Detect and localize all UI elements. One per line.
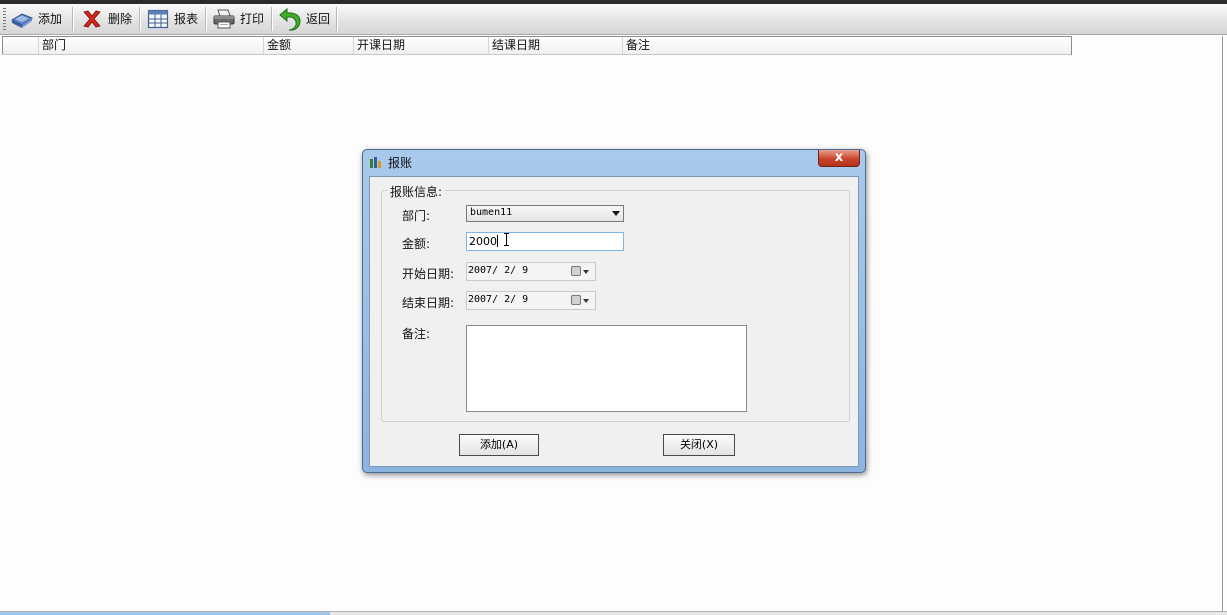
- end-date-label: 结束日期:: [402, 296, 455, 310]
- start-date-picker[interactable]: 2007/ 2/ 9: [466, 262, 596, 281]
- column-header-end-date[interactable]: 结课日期: [488, 37, 622, 54]
- report-icon: [146, 7, 170, 31]
- dialog-close-action-button[interactable]: 关闭(X): [663, 434, 735, 456]
- toolbar: 添加 删除 报表 打印 返回: [0, 4, 1227, 35]
- department-select[interactable]: bumen11: [466, 205, 624, 222]
- report-button[interactable]: 报表: [146, 5, 198, 32]
- notes-textarea[interactable]: [466, 325, 747, 412]
- application-window: 添加 删除 报表 打印 返回 部门 金额 开课日期 结课日期 备注 报账 x 报…: [0, 0, 1227, 615]
- toolbar-separator: [139, 7, 141, 31]
- chevron-down-icon: [583, 270, 589, 274]
- toolbar-separator: [72, 7, 74, 31]
- delete-button[interactable]: 删除: [80, 5, 132, 32]
- calendar-icon[interactable]: [571, 266, 581, 276]
- department-label: 部门:: [402, 209, 431, 223]
- group-label: 报账信息:: [387, 183, 446, 200]
- expense-info-group: 报账信息: 部门: bumen11 金额: 2000 开始日期: 2007/ 2…: [381, 183, 850, 422]
- report-button-label: 报表: [174, 12, 199, 26]
- add-icon: [10, 7, 34, 31]
- notes-label: 备注:: [402, 327, 431, 341]
- text-caret: [497, 235, 498, 247]
- print-button[interactable]: 打印: [212, 5, 264, 32]
- back-button[interactable]: 返回: [278, 5, 330, 32]
- calendar-icon[interactable]: [571, 295, 581, 305]
- grid-header: 部门 金额 开课日期 结课日期 备注: [2, 37, 1071, 55]
- print-button-label: 打印: [240, 12, 265, 26]
- print-icon: [212, 7, 236, 31]
- chevron-down-icon: [612, 211, 620, 216]
- data-grid[interactable]: 部门 金额 开课日期 结课日期 备注: [2, 36, 1072, 55]
- end-date-value: 2007/ 2/ 9: [468, 294, 529, 305]
- window-right-border: [1222, 36, 1223, 611]
- end-date-picker[interactable]: 2007/ 2/ 9: [466, 291, 596, 310]
- column-header-department[interactable]: 部门: [38, 37, 263, 54]
- dialog-body: 报账信息: 部门: bumen11 金额: 2000 开始日期: 2007/ 2…: [369, 176, 859, 467]
- back-icon: [278, 7, 302, 31]
- toolbar-separator: [336, 7, 338, 31]
- column-header-amount[interactable]: 金额: [263, 37, 353, 54]
- add-button-label: 添加: [38, 12, 63, 26]
- amount-value: 2000: [469, 235, 497, 248]
- toolbar-grip[interactable]: [3, 8, 6, 30]
- dialog-title-bar[interactable]: 报账 x: [363, 150, 865, 173]
- add-button[interactable]: 添加: [10, 5, 62, 32]
- toolbar-separator: [271, 7, 273, 31]
- dialog-add-button[interactable]: 添加(A): [459, 434, 539, 456]
- toolbar-separator: [205, 7, 207, 31]
- dialog-title: 报账: [388, 156, 413, 170]
- status-strip: [0, 611, 1227, 615]
- amount-input[interactable]: 2000: [466, 232, 624, 251]
- department-value: bumen11: [470, 207, 513, 218]
- amount-label: 金额:: [402, 237, 431, 251]
- column-header-start-date[interactable]: 开课日期: [353, 37, 488, 54]
- delete-button-label: 删除: [108, 12, 133, 26]
- app-icon: [369, 155, 383, 169]
- start-date-value: 2007/ 2/ 9: [468, 265, 529, 276]
- column-header-notes[interactable]: 备注: [622, 37, 1071, 54]
- ibeam-cursor-icon: [504, 233, 509, 246]
- expense-dialog: 报账 x 报账信息: 部门: bumen11 金额: 2000 开始日期: 20…: [362, 149, 866, 473]
- back-button-label: 返回: [306, 12, 331, 26]
- close-icon: x: [834, 150, 844, 165]
- delete-icon: [80, 7, 104, 31]
- grid-row-header-corner: [2, 37, 38, 54]
- start-date-label: 开始日期:: [402, 267, 455, 281]
- dialog-close-button[interactable]: x: [818, 150, 860, 167]
- chevron-down-icon: [583, 299, 589, 303]
